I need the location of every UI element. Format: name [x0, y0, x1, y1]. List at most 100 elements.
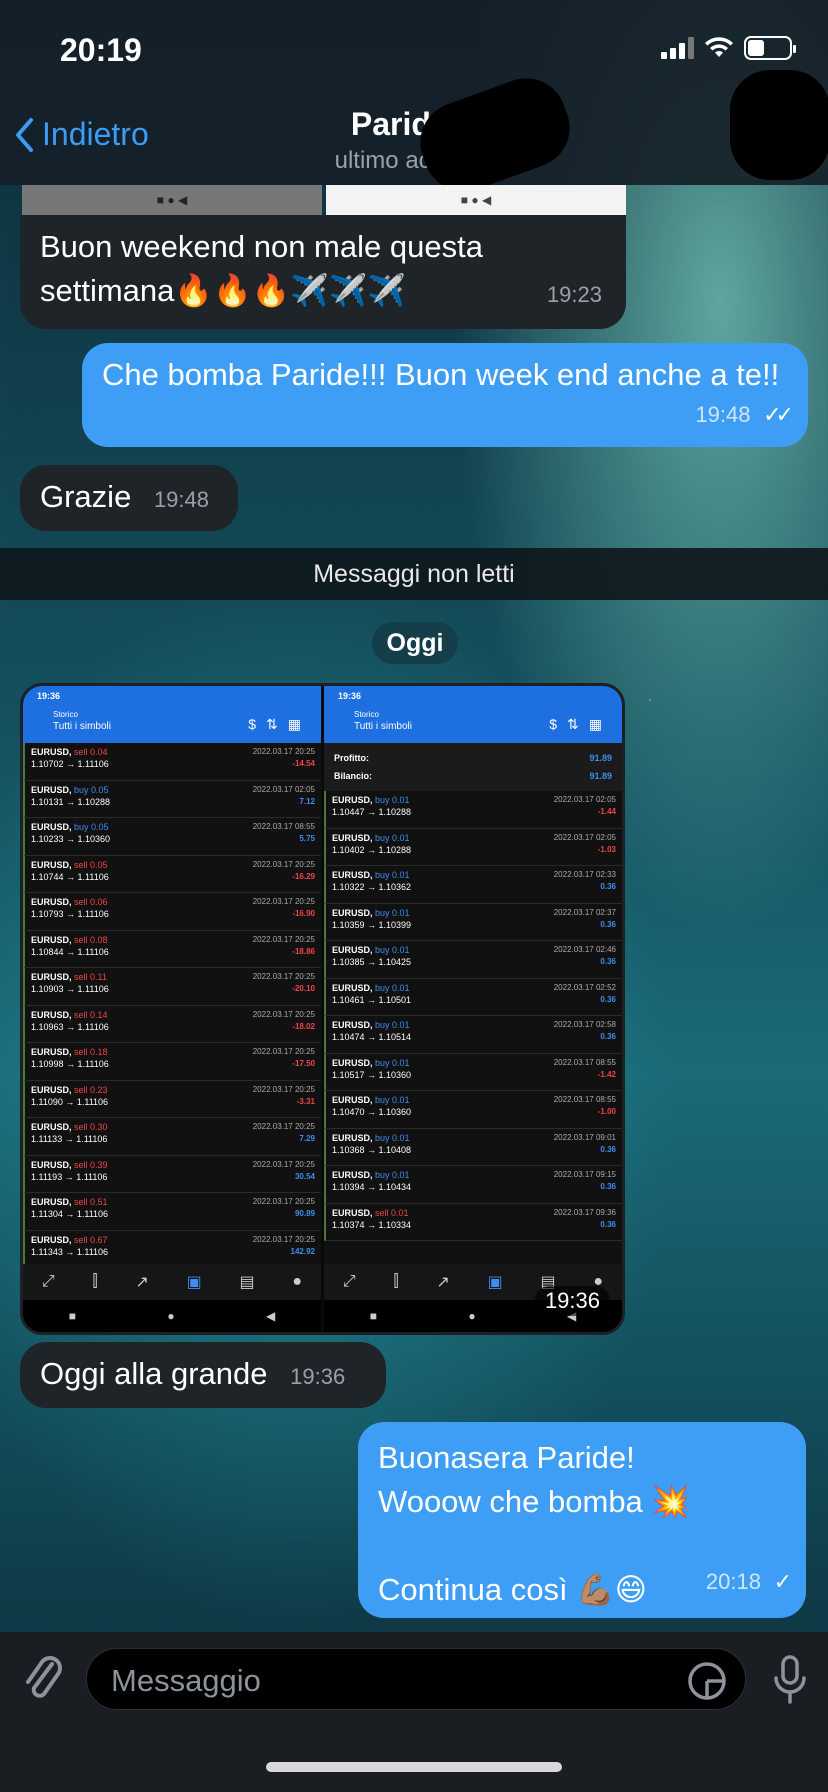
- trade-range: 1.10233 → 1.10360: [31, 834, 111, 844]
- trade-pl: -3.31: [296, 1096, 315, 1106]
- trade-date: 2022.03.17 20:25: [252, 1122, 315, 1131]
- message-outgoing[interactable]: Buonasera Paride! Wooow che bomba 💥 Cont…: [358, 1422, 806, 1618]
- app-header: 19:36 Storico Tutti i simboli $⇅▦: [23, 686, 321, 743]
- trade-info: EURUSD, buy 0.01 1.10517 → 1.10360: [332, 1057, 411, 1088]
- trade-date: 2022.03.17 20:25: [252, 1047, 315, 1056]
- contact-info[interactable]: Paride T ultimo accesso: [0, 106, 828, 175]
- trade-side: buy 0.01: [375, 1095, 410, 1105]
- message-incoming[interactable]: Oggi alla grande 19:36: [20, 1342, 386, 1408]
- trade-symbol: EURUSD,: [332, 1057, 373, 1068]
- trade-info: EURUSD, buy 0.01 1.10368 → 1.10408: [332, 1132, 411, 1163]
- trade-info: EURUSD, sell 0.39 1.11193 → 1.11106: [31, 1159, 108, 1190]
- balance-label: Bilancio:: [334, 771, 373, 781]
- trade-side: sell 0.05: [74, 859, 108, 870]
- message-text: Che bomba Paride!!! Buon week end anche …: [102, 357, 780, 392]
- trade-symbol: EURUSD,: [31, 1122, 72, 1132]
- message-line: Buonasera Paride!: [378, 1440, 635, 1475]
- paperclip-icon[interactable]: [22, 1654, 66, 1706]
- app-header: 19:36 Storico Tutti i simboli $⇅▦: [324, 686, 622, 743]
- trade-result: 2022.03.17 09:01 0.36: [554, 1132, 616, 1163]
- trade-side: buy 0.01: [375, 907, 410, 918]
- trade-date: 2022.03.17 20:25: [252, 1009, 315, 1019]
- app-toolbar-icons: $⇅▦: [248, 716, 311, 732]
- message-incoming[interactable]: Grazie 19:48: [20, 465, 238, 531]
- profit-label: Profitto:: [334, 753, 369, 763]
- trade-row: EURUSD, buy 0.01 1.10402 → 1.10288 2022.03…: [324, 828, 622, 866]
- trade-row: EURUSD, sell 0.14 1.10963 → 1.11106 2022.0…: [23, 1005, 321, 1043]
- trade-info: EURUSD, buy 0.01 1.10402 → 1.10288: [332, 832, 411, 863]
- trade-info: EURUSD, buy 0.01 1.10470 → 1.10360: [332, 1094, 411, 1125]
- previous-image-bottom[interactable]: ■ ● ◀ ■ ● ◀: [22, 185, 626, 215]
- trade-range: 1.10374 → 1.10334: [332, 1219, 412, 1230]
- trade-result: 2022.03.17 20:25 30.54: [253, 1159, 315, 1190]
- trade-range: 1.10998 → 1.11106: [31, 1059, 109, 1069]
- trade-result: 2022.03.17 20:25 -16.29: [253, 859, 315, 890]
- trade-info: EURUSD, sell 0.08 1.10844 → 1.11106: [31, 934, 109, 965]
- trade-range: 1.11343 → 1.11106: [31, 1246, 109, 1257]
- trade-side: sell 0.11: [74, 972, 107, 982]
- trade-range: 1.10131 → 1.10288: [31, 796, 111, 807]
- trade-pl: 0.36: [600, 1144, 616, 1154]
- message-text: Oggi alla grande: [40, 1356, 268, 1391]
- message-time: 19:36: [534, 1286, 610, 1316]
- trade-pl: -18.86: [292, 946, 315, 956]
- trade-result: 2022.03.17 20:25 -17.50: [253, 1046, 315, 1077]
- trade-info: EURUSD, sell 0.05 1.10744 → 1.11106: [31, 859, 109, 890]
- trade-info: EURUSD, sell 0.01 1.10374 → 1.10334: [332, 1207, 411, 1238]
- trade-info: EURUSD, buy 0.01 1.10474 → 1.10514: [332, 1019, 411, 1050]
- trade-row: EURUSD, sell 0.67 1.11343 → 1.11106 2022.0…: [23, 1230, 321, 1265]
- microphone-icon[interactable]: [772, 1654, 808, 1706]
- trade-pl: 0.36: [600, 1182, 616, 1191]
- trade-row: EURUSD, sell 0.30 1.11133 → 1.11106 2022.0…: [23, 1118, 321, 1156]
- message-input[interactable]: Messaggio: [86, 1648, 746, 1710]
- trade-result: 2022.03.17 02:33 0.36: [554, 869, 616, 900]
- trade-symbol: EURUSD,: [332, 1170, 373, 1180]
- trade-side: sell 0.06: [74, 897, 108, 907]
- trade-symbol: EURUSD,: [332, 870, 373, 880]
- trade-row: EURUSD, sell 0.39 1.11193 → 1.11106 2022.0…: [23, 1155, 321, 1193]
- trade-date: 2022.03.17 20:25: [252, 859, 315, 869]
- trade-side: sell 0.30: [74, 1122, 108, 1132]
- trade-info: EURUSD, sell 0.18 1.10998 → 1.11106: [31, 1046, 109, 1077]
- trade-range: 1.10793 → 1.11106: [31, 909, 109, 919]
- trade-side: sell 0.18: [74, 1047, 108, 1057]
- trade-symbol: EURUSD,: [31, 1234, 72, 1245]
- trade-row: EURUSD, sell 0.08 1.10844 → 1.11106 2022.0…: [23, 930, 321, 968]
- screenshot-right-phone: 19:36 Storico Tutti i simboli $⇅▦ Profit…: [324, 686, 622, 1332]
- trade-symbol: EURUSD,: [332, 1207, 373, 1218]
- home-indicator: [266, 1762, 562, 1772]
- trade-side: sell 0.39: [74, 1159, 108, 1170]
- trade-date: 2022.03.17 02:37: [553, 907, 616, 917]
- message-outgoing[interactable]: Che bomba Paride!!! Buon week end anche …: [82, 343, 808, 447]
- trade-range: 1.10394 → 1.10434: [332, 1182, 412, 1192]
- trade-date: 2022.03.17 20:25: [252, 1234, 315, 1244]
- battery-icon: [744, 36, 796, 60]
- trade-pl: -1.44: [597, 807, 616, 816]
- trade-symbol: EURUSD,: [332, 907, 373, 918]
- trade-date: 2022.03.17 20:25: [252, 934, 315, 944]
- trade-info: EURUSD, sell 0.06 1.10793 → 1.11106: [31, 896, 109, 927]
- trade-result: 2022.03.17 08:55 5.75: [253, 821, 315, 852]
- trade-result: 2022.03.17 09:15 0.36: [554, 1169, 616, 1200]
- image-message[interactable]: 19:36 Storico Tutti i simboli $⇅▦ EURUSD…: [20, 683, 625, 1335]
- trade-side: sell 0.67: [74, 1234, 108, 1245]
- status-icons: [661, 36, 796, 60]
- app-title-text: Storico: [354, 710, 379, 719]
- trade-side: buy 0.01: [375, 1020, 410, 1030]
- trade-range: 1.11090 → 1.11106: [31, 1096, 109, 1107]
- message-incoming[interactable]: Buon weekend non male questa settimana🔥🔥…: [20, 215, 626, 329]
- sticker-icon[interactable]: [687, 1661, 727, 1701]
- trade-row: EURUSD, buy 0.01 1.10461 → 1.10501 2022.03…: [324, 978, 622, 1016]
- trade-range: 1.10744 → 1.11106: [31, 871, 109, 882]
- trade-range: 1.11304 → 1.11106: [31, 1209, 109, 1219]
- trade-result: 2022.03.17 20:25 142.92: [253, 1234, 315, 1265]
- trade-date: 2022.03.17 02:52: [553, 982, 616, 992]
- trade-symbol: EURUSD,: [31, 859, 72, 870]
- message-placeholder: Messaggio: [111, 1663, 261, 1698]
- message-time: 20:18: [705, 1569, 761, 1594]
- trade-side: sell 0.01: [375, 1207, 409, 1218]
- trade-side: buy 0.01: [375, 795, 410, 805]
- trade-symbol: EURUSD,: [31, 934, 72, 945]
- trade-date: 2022.03.17 02:05: [553, 832, 616, 842]
- trade-result: 2022.03.17 20:25 -20.10: [253, 971, 315, 1002]
